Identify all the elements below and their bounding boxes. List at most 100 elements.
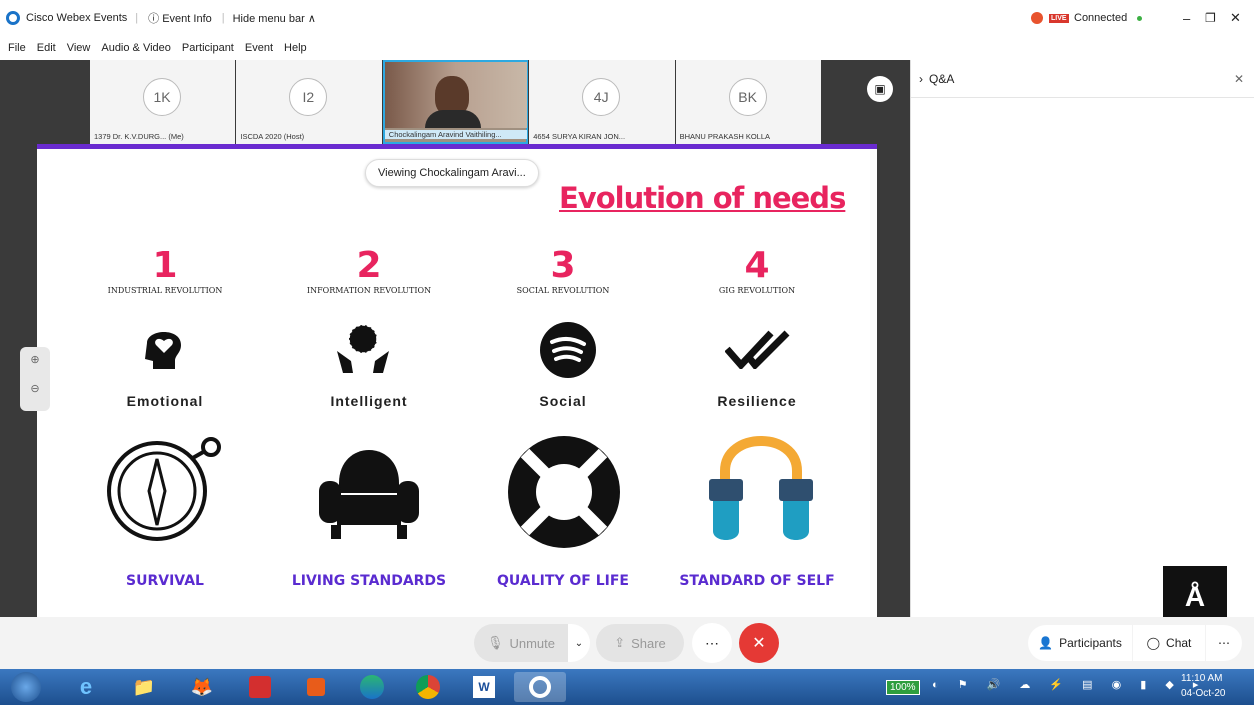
- chat-icon: ◯: [1146, 636, 1161, 650]
- chevron-right-icon[interactable]: ›: [919, 72, 923, 86]
- brain-hands-icon: [337, 324, 389, 373]
- participant-label: 1379 Dr. K.V.DURG... (Me): [94, 132, 184, 141]
- panel-more-button[interactable]: ⋯: [1206, 625, 1242, 661]
- participant-label: 4654 SURYA KIRAN JON...: [533, 132, 626, 141]
- connected-dot-icon: [1137, 15, 1142, 21]
- menu-file[interactable]: File: [8, 42, 26, 54]
- speaker-video: [384, 62, 527, 128]
- clock-date[interactable]: 04-Oct-20: [1181, 688, 1225, 699]
- need-label: Emotional: [126, 393, 204, 409]
- avatar: I2: [289, 78, 328, 116]
- shared-slide: Viewing Chockalingam Aravi... Evolution …: [37, 144, 877, 617]
- double-check-icon: [725, 330, 790, 369]
- outcome-label: SURVIVAL: [126, 573, 204, 589]
- title-bar: Cisco Webex Events | ⓘ Event Info | Hide…: [0, 0, 1254, 36]
- lifebuoy-icon: [508, 436, 620, 548]
- participant-label: ISCDA 2020 (Host): [240, 132, 305, 141]
- menu-help[interactable]: Help: [284, 42, 307, 54]
- acrobat-icon[interactable]: [240, 672, 280, 702]
- ie-icon[interactable]: e: [66, 672, 106, 702]
- outcome-label: LIVING STANDARDS: [291, 573, 447, 589]
- participant-thumb[interactable]: I2 ISCDA 2020 (Host): [236, 60, 382, 144]
- more-options-button[interactable]: ⋯: [692, 623, 732, 663]
- system-tray[interactable]: ◐ ⚑ 🔊 ☁ ⚡ ▤ ◉ ▮ ◆ ▸: [932, 678, 1206, 691]
- active-speaker-thumb[interactable]: Chockalingam Aravind Vaithiling...: [382, 60, 529, 144]
- menu-participant[interactable]: Participant: [182, 42, 234, 54]
- share-label: Share: [631, 635, 666, 651]
- need-label: Social: [539, 393, 587, 409]
- word-icon[interactable]: W: [464, 672, 504, 702]
- chrome-icon[interactable]: [408, 672, 448, 702]
- end-call-button[interactable]: ✕: [739, 623, 779, 663]
- outcome-label: QUALITY OF LIFE: [497, 573, 629, 589]
- compass-icon: [107, 437, 221, 541]
- avatar: BK: [728, 78, 767, 116]
- chat-button[interactable]: ◯ Chat: [1133, 625, 1205, 661]
- zoom-controls: ⊕ ⊖: [20, 347, 50, 411]
- taskbar: e 📁 🦊 W 100% ◐ ⚑ 🔊 ☁ ⚡ ▤ ◉ ▮ ◆ ▸ 11:10 A…: [0, 669, 1254, 705]
- step-number: 3: [550, 245, 576, 286]
- close-panel-icon[interactable]: ✕: [1234, 72, 1244, 86]
- menu-bar: File Edit View Audio & Video Participant…: [0, 36, 1254, 60]
- audio-options-button[interactable]: ⌄: [568, 624, 590, 662]
- headphones-icon: [709, 436, 813, 540]
- start-button[interactable]: [6, 672, 46, 702]
- armchair-icon: [319, 450, 419, 539]
- menu-edit[interactable]: Edit: [37, 42, 56, 54]
- avatar: 1K: [143, 78, 181, 116]
- revolution-label: INFORMATION REVOLUTION: [306, 286, 432, 295]
- app-title: Cisco Webex Events: [26, 12, 128, 24]
- event-info-button[interactable]: ⓘ Event Info: [148, 10, 212, 26]
- participant-thumb[interactable]: BK BHANU PRAKASH KOLLA: [675, 60, 821, 144]
- close-icon[interactable]: ✕: [1230, 10, 1241, 26]
- webex-taskbar-icon[interactable]: [514, 672, 566, 702]
- viewing-badge: Viewing Chockalingam Aravi...: [365, 159, 539, 187]
- head-heart-icon: [145, 332, 181, 369]
- minimize-icon[interactable]: –: [1183, 11, 1190, 26]
- spotify-icon: [540, 322, 596, 378]
- restore-icon[interactable]: ❐: [1205, 11, 1216, 25]
- revolution-label: INDUSTRIAL REVOLUTION: [107, 286, 223, 295]
- zoom-out-icon[interactable]: ⊖: [20, 382, 50, 395]
- menu-view[interactable]: View: [67, 42, 91, 54]
- hide-menu-button[interactable]: Hide menu bar ∧: [233, 12, 316, 25]
- participants-button[interactable]: 👤 Participants: [1028, 625, 1132, 661]
- qa-panel: › Q&A ✕: [910, 60, 1254, 617]
- step-number: 1: [152, 245, 178, 286]
- chat-label: Chat: [1166, 636, 1192, 650]
- step-number: 2: [356, 245, 382, 286]
- menu-event[interactable]: Event: [245, 42, 273, 54]
- step-number: 4: [744, 245, 770, 286]
- participant-strip: 1K 1379 Dr. K.V.DURG... (Me) I2 ISCDA 20…: [90, 60, 822, 144]
- media-player-icon[interactable]: [296, 672, 336, 702]
- layout-button[interactable]: ▣: [867, 76, 893, 102]
- need-label: Resilience: [717, 393, 797, 409]
- zoom-in-icon[interactable]: ⊕: [20, 353, 50, 366]
- participant-thumb[interactable]: 1K 1379 Dr. K.V.DURG... (Me): [90, 60, 236, 144]
- need-label: Intelligent: [330, 393, 408, 409]
- revolution-label: SOCIAL REVOLUTION: [516, 286, 610, 295]
- mic-muted-icon: 🎙: [486, 635, 504, 650]
- firefox-icon[interactable]: 🦊: [182, 672, 222, 702]
- unmute-button[interactable]: 🎙 Unmute: [474, 624, 568, 662]
- revolution-label: GIG REVOLUTION: [718, 286, 796, 295]
- edge-icon[interactable]: [352, 672, 392, 702]
- live-badge: LIVE: [1049, 13, 1069, 23]
- meeting-controls: 🎙 Unmute ⌄ ⇪ Share ⋯ ✕ 👤 Participants ◯ Chat…: [0, 617, 1254, 669]
- unmute-label: Unmute: [509, 635, 556, 651]
- participants-label: Participants: [1059, 636, 1122, 650]
- avatar: 4J: [582, 78, 621, 116]
- qa-title: Q&A: [929, 71, 955, 86]
- participants-icon: 👤: [1038, 636, 1054, 650]
- connection-status: Connected: [1074, 12, 1128, 24]
- participant-thumb[interactable]: 4J 4654 SURYA KIRAN JON...: [529, 60, 675, 144]
- clock-time[interactable]: 11:10 AM: [1181, 673, 1223, 684]
- slide-title: Evolution of needs: [559, 181, 846, 215]
- file-explorer-icon[interactable]: 📁: [124, 672, 164, 702]
- share-button[interactable]: ⇪ Share: [596, 624, 684, 662]
- share-icon: ⇪: [614, 635, 626, 650]
- battery-indicator[interactable]: 100%: [886, 680, 920, 695]
- menu-audio-video[interactable]: Audio & Video: [101, 42, 171, 54]
- participant-label: BHANU PRAKASH KOLLA: [679, 132, 771, 141]
- participant-label: Chockalingam Aravind Vaithiling...: [384, 130, 527, 139]
